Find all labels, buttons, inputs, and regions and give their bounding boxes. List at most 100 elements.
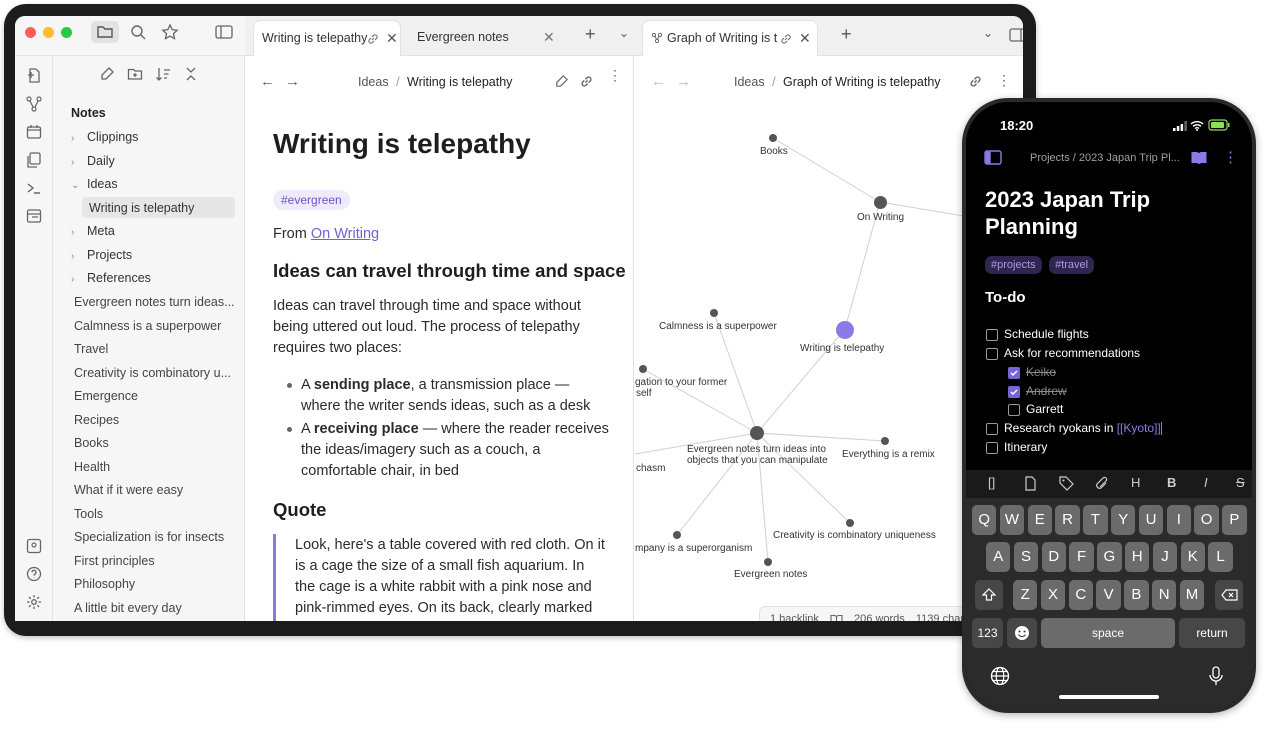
graph-node-remix[interactable]	[881, 437, 889, 445]
heading-icon[interactable]: H	[1131, 475, 1140, 490]
brackets-icon[interactable]: []	[988, 475, 995, 490]
on-writing-link[interactable]: On Writing	[311, 226, 379, 242]
sidebar-folder[interactable]: › Clippings	[71, 130, 138, 144]
close-tab-icon[interactable]: ✕	[543, 29, 555, 46]
collapse-all-button[interactable]	[183, 66, 199, 82]
keyboard-key[interactable]: Y	[1111, 505, 1136, 535]
todo-checkbox[interactable]	[986, 348, 998, 360]
tag-icon[interactable]	[1059, 476, 1074, 491]
sidebar-note[interactable]: A little bit every day	[74, 601, 182, 615]
forward-arrow-icon[interactable]: →	[285, 73, 300, 90]
graph-node-writing-is-telepathy[interactable]	[836, 321, 854, 339]
strikethrough-icon[interactable]: S	[1236, 475, 1245, 490]
close-tab-icon[interactable]: ✕	[386, 30, 398, 47]
keyboard-key[interactable]: W	[999, 505, 1025, 535]
graph-node-books[interactable]	[769, 134, 777, 142]
vault-icon[interactable]	[26, 538, 42, 554]
tab-graph[interactable]: Graph of Writing is t ✕	[642, 20, 818, 56]
back-arrow-icon[interactable]: ←	[260, 73, 275, 90]
minimize-window-button[interactable]	[43, 27, 54, 38]
reading-view-icon[interactable]	[1191, 151, 1207, 164]
sidebar-folder[interactable]: › References	[71, 271, 151, 285]
backspace-key[interactable]	[1215, 580, 1243, 610]
sidebar-toggle-icon[interactable]	[215, 24, 233, 40]
todo-checkbox[interactable]	[986, 423, 998, 435]
kyoto-link[interactable]: [[Kyoto]]	[1117, 421, 1161, 435]
close-window-button[interactable]	[25, 27, 36, 38]
graph-node-calmness[interactable]	[710, 309, 718, 317]
new-note-button[interactable]	[99, 66, 115, 82]
sidebar-item-active[interactable]: Writing is telepathy	[82, 197, 235, 218]
tag-projects[interactable]: #projects	[985, 256, 1042, 274]
shift-key[interactable]	[975, 580, 1003, 610]
keyboard-key[interactable]: T	[1083, 505, 1108, 535]
sidebar-folder[interactable]: › Meta	[71, 224, 115, 238]
new-tab-icon[interactable]: +	[585, 24, 596, 45]
keyboard-key[interactable]: C	[1068, 580, 1093, 610]
new-note-icon[interactable]	[26, 68, 42, 84]
sidebar-note[interactable]: What if it were easy	[74, 483, 183, 497]
graph-node-on-writing[interactable]	[874, 196, 887, 209]
sidebar-note[interactable]: Books	[74, 436, 109, 450]
todo-checkbox[interactable]	[986, 329, 998, 341]
numbers-key[interactable]: 123	[972, 618, 1003, 648]
attachment-icon[interactable]	[1094, 476, 1109, 491]
keyboard-key[interactable]: A	[986, 542, 1011, 572]
sidebar-toggle-icon[interactable]	[984, 150, 1002, 165]
tag-travel[interactable]: #travel	[1049, 256, 1095, 274]
calendar-icon[interactable]	[26, 124, 42, 140]
keyboard-key[interactable]: J	[1152, 542, 1178, 572]
todo-checkbox-checked[interactable]	[1008, 367, 1020, 379]
keyboard-key[interactable]: D	[1041, 542, 1066, 572]
todo-checkbox-checked[interactable]	[1008, 386, 1020, 398]
graph-node-company[interactable]	[673, 531, 681, 539]
keyboard-key[interactable]: G	[1097, 542, 1122, 572]
sidebar-folder[interactable]: › Daily	[71, 154, 115, 168]
keyboard-key[interactable]: M	[1179, 580, 1205, 610]
graph-node-creativity[interactable]	[846, 519, 854, 527]
chevron-down-icon[interactable]: ⌄	[983, 26, 993, 40]
tab-evergreen-notes[interactable]: Evergreen notes ✕	[409, 20, 559, 56]
chevron-down-icon[interactable]: ⌄	[619, 26, 629, 40]
sidebar-note[interactable]: Emergence	[74, 389, 138, 403]
star-icon[interactable]	[161, 23, 179, 41]
breadcrumb-parent[interactable]: Ideas	[358, 75, 389, 89]
terminal-icon[interactable]	[26, 180, 42, 196]
sidebar-note[interactable]: Health	[74, 460, 110, 474]
file-icon[interactable]	[1024, 476, 1037, 491]
sidebar-note[interactable]: Specialization is for insects	[74, 530, 224, 544]
sidebar-note[interactable]: Creativity is combinatory u...	[74, 366, 231, 380]
search-icon[interactable]	[129, 23, 147, 41]
microphone-icon[interactable]	[1209, 666, 1223, 686]
sidebar-note[interactable]: Calmness is a superpower	[74, 319, 221, 333]
more-options-icon[interactable]: ⋮	[1223, 148, 1238, 166]
sidebar-note[interactable]: Evergreen notes turn ideas...	[74, 295, 235, 309]
copy-icon[interactable]	[26, 152, 42, 168]
more-options-icon[interactable]: ⋮	[608, 68, 622, 82]
edit-icon[interactable]	[554, 74, 569, 89]
graph-node-evergreen-notes-turn[interactable]	[750, 426, 764, 440]
sidebar-note[interactable]: Travel	[74, 342, 108, 356]
keyboard-key[interactable]: Z	[1013, 580, 1038, 610]
keyboard-key[interactable]: N	[1152, 580, 1177, 610]
keyboard-key[interactable]: K	[1180, 542, 1205, 572]
tab-writing-is-telepathy[interactable]: Writing is telepathy ✕	[253, 20, 401, 56]
help-icon[interactable]	[26, 566, 42, 582]
emoji-key[interactable]	[1007, 618, 1037, 648]
keyboard-key[interactable]: P	[1222, 505, 1247, 535]
maximize-window-button[interactable]	[61, 27, 72, 38]
keyboard-key[interactable]: B	[1124, 580, 1149, 610]
phone-breadcrumb[interactable]: Projects / 2023 Japan Trip Pl...	[1030, 152, 1180, 164]
folder-icon[interactable]	[91, 21, 119, 43]
right-sidebar-toggle-icon[interactable]	[1009, 27, 1023, 43]
templates-icon[interactable]	[26, 208, 42, 224]
tag-evergreen[interactable]: #evergreen	[273, 190, 350, 210]
keyboard-key[interactable]: F	[1069, 542, 1094, 572]
sidebar-folder[interactable]: › Projects	[71, 248, 132, 262]
sidebar-note[interactable]: Tools	[74, 507, 103, 521]
todo-checkbox[interactable]	[986, 442, 998, 454]
reading-mode-icon[interactable]	[830, 614, 843, 621]
keyboard-key[interactable]: O	[1194, 505, 1219, 535]
new-folder-button[interactable]	[127, 66, 143, 82]
link-icon[interactable]	[579, 74, 594, 89]
